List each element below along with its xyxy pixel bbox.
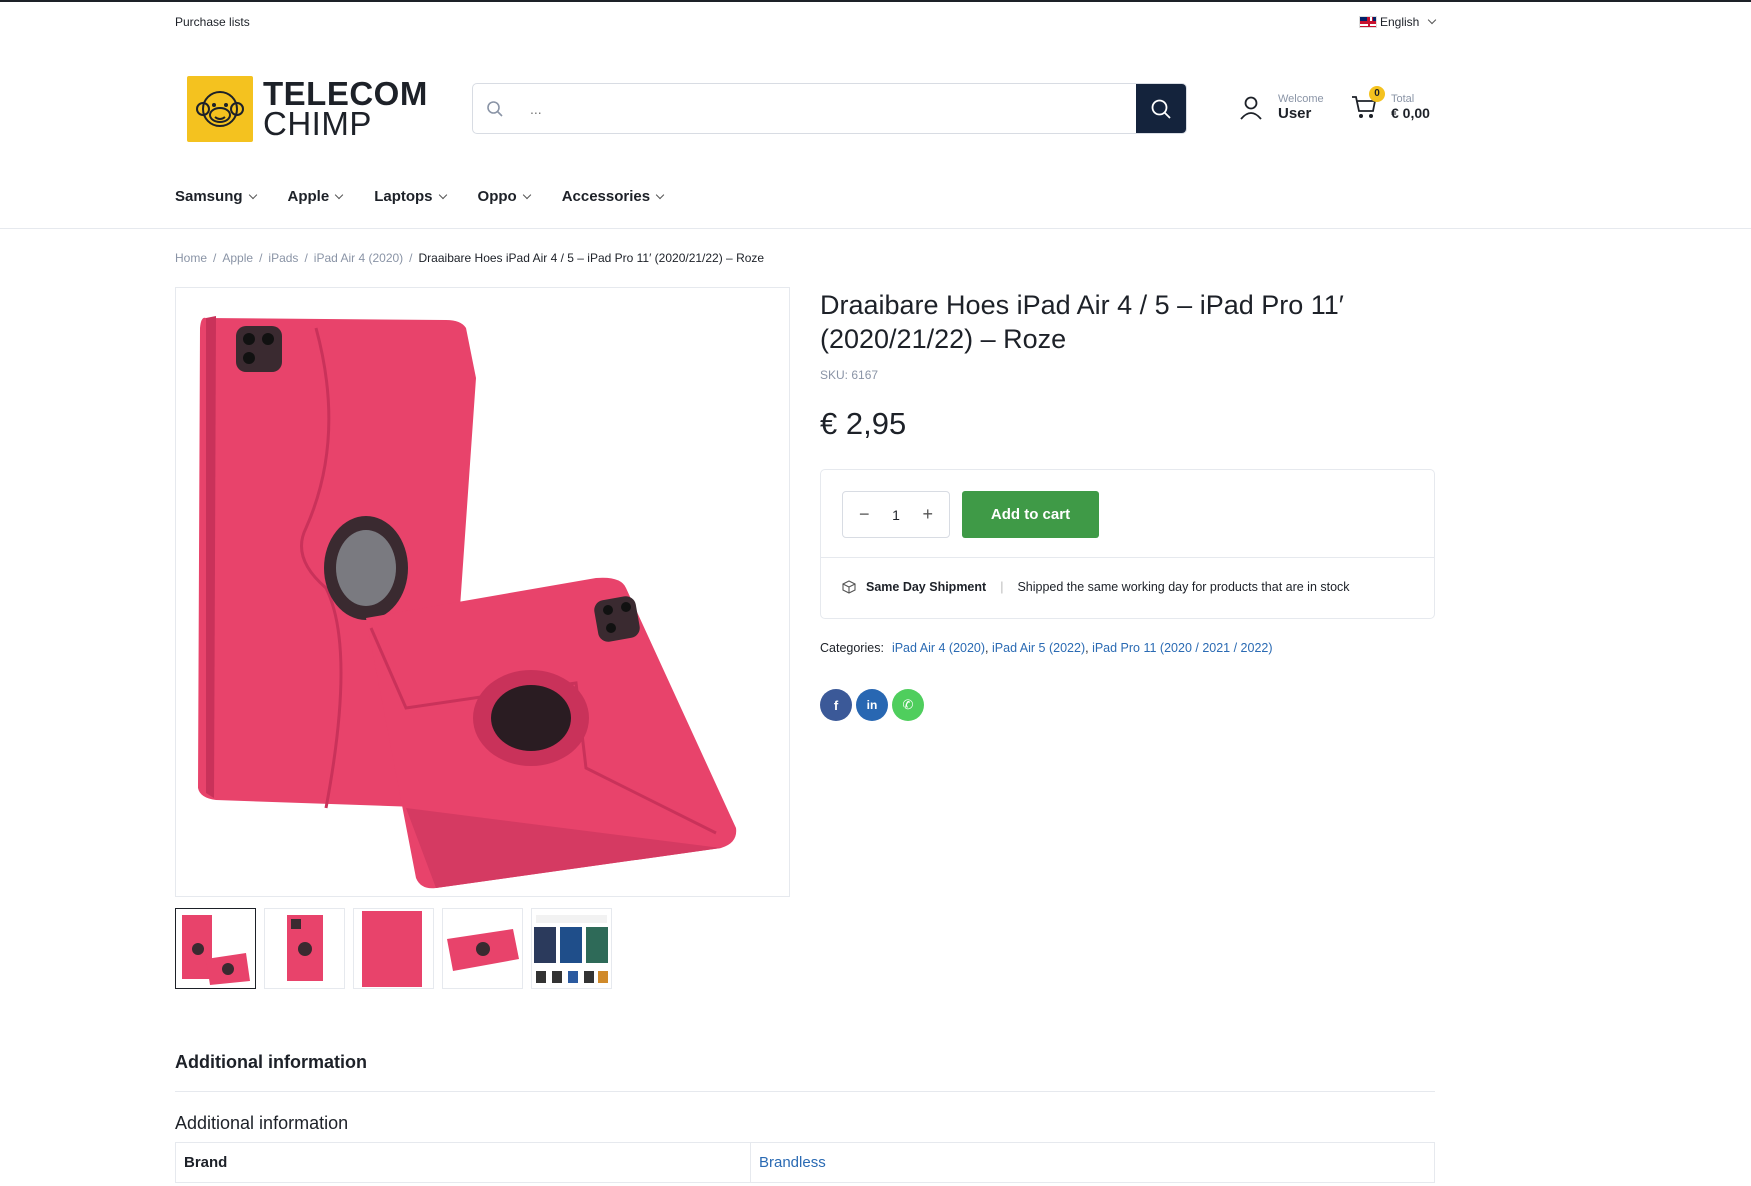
chevron-down-icon bbox=[522, 190, 531, 199]
purchase-lists-link[interactable]: Purchase lists bbox=[175, 15, 250, 29]
category-link[interactable]: iPad Air 4 (2020) bbox=[892, 641, 985, 655]
buy-box: − 1 + Add to cart Same Day Shipment | Sh… bbox=[820, 469, 1435, 619]
shipment-text: Shipped the same working day for product… bbox=[1017, 580, 1350, 594]
breadcrumb-ipad-air-4[interactable]: iPad Air 4 (2020) bbox=[314, 251, 403, 265]
account-link[interactable]: Welcome User bbox=[1238, 93, 1324, 122]
site-logo[interactable]: TELECOM CHIMP bbox=[187, 76, 428, 142]
logo-wordmark: TELECOM CHIMP bbox=[263, 77, 428, 142]
thumbnail-4[interactable] bbox=[442, 908, 523, 989]
nav-item-samsung[interactable]: Samsung bbox=[175, 188, 257, 205]
breadcrumb-ipads[interactable]: iPads bbox=[268, 251, 298, 265]
product-categories: Categories: iPad Air 4 (2020), iPad Air … bbox=[820, 641, 1273, 655]
user-icon bbox=[1240, 96, 1262, 120]
cart-total-value: € 0,00 bbox=[1391, 105, 1430, 121]
facebook-icon[interactable]: f bbox=[820, 689, 852, 721]
chimp-logo-icon bbox=[187, 76, 253, 142]
product-sku: SKU: 6167 bbox=[820, 368, 879, 382]
add-to-cart-button[interactable]: Add to cart bbox=[962, 491, 1099, 538]
table-row: Brand Brandless bbox=[175, 1142, 1435, 1183]
chevron-down-icon bbox=[655, 190, 665, 199]
search-icon bbox=[473, 84, 517, 133]
search-bar bbox=[472, 83, 1187, 134]
chevron-down-icon bbox=[334, 190, 344, 199]
breadcrumb-apple[interactable]: Apple bbox=[222, 251, 253, 265]
chevron-down-icon bbox=[438, 190, 447, 199]
top-border bbox=[0, 0, 1751, 2]
nav-item-apple[interactable]: Apple bbox=[287, 188, 344, 205]
nav-item-oppo[interactable]: Oppo bbox=[477, 188, 531, 205]
thumbnail-2[interactable] bbox=[264, 908, 345, 989]
attribute-label: Brand bbox=[175, 1142, 751, 1183]
cart-link[interactable]: 0 Total € 0,00 bbox=[1351, 86, 1430, 121]
chevron-down-icon bbox=[248, 190, 257, 199]
additional-info-heading: Additional information bbox=[175, 1113, 349, 1133]
uk-flag-icon bbox=[1359, 16, 1377, 28]
nav-item-accessories[interactable]: Accessories bbox=[561, 188, 665, 205]
shipment-info: Same Day Shipment | Shipped the same wor… bbox=[842, 580, 1350, 594]
user-name: User bbox=[1278, 105, 1312, 122]
social-share: f in ✆ bbox=[820, 689, 924, 721]
attribute-value-link[interactable]: Brandless bbox=[750, 1142, 1435, 1183]
thumbnail-3[interactable] bbox=[353, 908, 434, 989]
nav-item-laptops[interactable]: Laptops bbox=[374, 188, 447, 205]
cart-icon: 0 bbox=[1351, 86, 1385, 120]
product-title: Draaibare Hoes iPad Air 4 / 5 – iPad Pro… bbox=[820, 290, 1344, 354]
product-price: € 2,95 bbox=[820, 406, 907, 441]
cart-count-badge: 0 bbox=[1369, 86, 1385, 102]
category-link[interactable]: iPad Air 5 (2022) bbox=[992, 641, 1085, 655]
cart-total-label: Total bbox=[1391, 93, 1415, 105]
category-link[interactable]: iPad Pro 11 (2020 / 2021 / 2022) bbox=[1092, 641, 1272, 655]
search-input[interactable] bbox=[517, 84, 1136, 133]
plus-icon[interactable]: + bbox=[922, 504, 933, 525]
breadcrumb-home[interactable]: Home bbox=[175, 251, 207, 265]
product-thumbnails bbox=[175, 908, 612, 989]
thumbnail-1[interactable] bbox=[175, 908, 256, 989]
breadcrumb: Home / Apple / iPads / iPad Air 4 (2020) / D… bbox=[175, 251, 765, 265]
search-submit-icon bbox=[1151, 99, 1171, 119]
shipment-title: Same Day Shipment bbox=[866, 580, 987, 594]
categories-label: Categories: bbox=[820, 641, 884, 655]
welcome-label: Welcome bbox=[1278, 93, 1324, 105]
tab-divider bbox=[175, 1091, 1435, 1092]
product-main-image[interactable] bbox=[175, 287, 790, 897]
nav-divider bbox=[0, 228, 1751, 229]
breadcrumb-current: Draaibare Hoes iPad Air 4 / 5 – iPad Pro… bbox=[418, 251, 765, 265]
attributes-table: Brand Brandless bbox=[175, 1142, 1435, 1183]
buybox-divider bbox=[821, 557, 1434, 558]
nav-label: Apple bbox=[287, 188, 330, 205]
whatsapp-icon[interactable]: ✆ bbox=[892, 689, 924, 721]
nav-label: Samsung bbox=[175, 188, 243, 205]
linkedin-icon[interactable]: in bbox=[856, 689, 888, 721]
main-nav: Samsung Apple Laptops Oppo Accessories bbox=[175, 188, 665, 205]
nav-label: Oppo bbox=[477, 188, 517, 205]
language-label: English bbox=[1380, 15, 1420, 29]
chevron-down-icon bbox=[1428, 15, 1437, 25]
minus-icon[interactable]: − bbox=[859, 504, 870, 525]
search-button[interactable] bbox=[1136, 84, 1186, 133]
tab-additional-information[interactable]: Additional information bbox=[175, 1052, 367, 1073]
quantity-value[interactable]: 1 bbox=[892, 507, 900, 523]
nav-label: Accessories bbox=[561, 188, 651, 205]
thumbnail-5[interactable] bbox=[531, 908, 612, 989]
language-switcher[interactable]: English bbox=[1359, 15, 1437, 29]
quantity-stepper[interactable]: − 1 + bbox=[842, 491, 950, 538]
shipment-separator: | bbox=[1000, 580, 1004, 594]
box-icon bbox=[842, 580, 856, 594]
nav-label: Laptops bbox=[374, 188, 433, 205]
logo-line2: CHIMP bbox=[263, 105, 372, 142]
